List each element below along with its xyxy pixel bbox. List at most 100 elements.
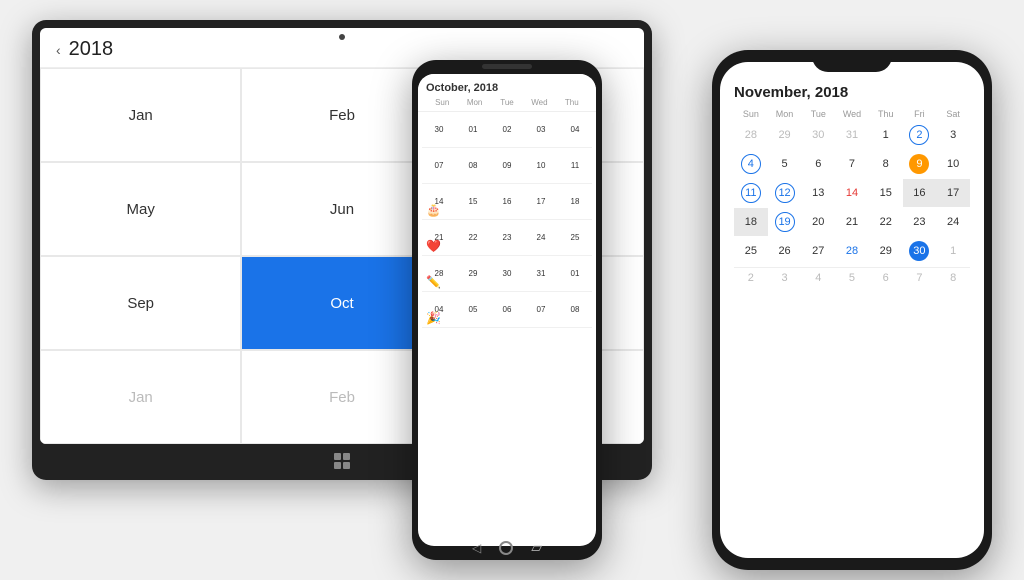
iphone-day-circle: 9 <box>909 154 929 174</box>
iphone-day-cell[interactable]: 11 <box>734 179 768 207</box>
iphone-day-cell[interactable]: 5 <box>835 268 869 288</box>
iphone-day-cell[interactable]: 31 <box>835 121 869 149</box>
iphone-day-cell[interactable]: 2 <box>734 268 768 288</box>
iphone-day-cell[interactable]: 26 <box>768 237 802 265</box>
iphone-day-cell[interactable]: 25 <box>734 237 768 265</box>
iphone-day-cell[interactable]: 18 <box>734 208 768 236</box>
iphone-dow-label: Thu <box>869 109 903 119</box>
phone-calendar-title: October, 2018 <box>426 82 588 94</box>
phone-day-cell[interactable]: 29 <box>456 269 490 278</box>
iphone-day-cell[interactable]: 23 <box>903 208 937 236</box>
phone-day-cell[interactable]: 05 <box>456 305 490 314</box>
iphone-dow-label: Sat <box>936 109 970 119</box>
tablet-month-cell[interactable]: May <box>40 162 241 256</box>
phone-day-cell[interactable]: 07 <box>524 305 558 314</box>
iphone-day-cell[interactable]: 21 <box>835 208 869 236</box>
iphone-day-cell[interactable]: 6 <box>869 268 903 288</box>
phone-day-cell[interactable]: 06 <box>490 305 524 314</box>
phone-day-cell[interactable]: 03 <box>524 125 558 134</box>
iphone-day-cell[interactable]: 5 <box>768 150 802 178</box>
iphone-day-cell[interactable]: 29 <box>869 237 903 265</box>
iphone-day-cell[interactable]: 6 <box>801 150 835 178</box>
iphone-day-cell[interactable]: 15 <box>869 179 903 207</box>
phone-day-cell[interactable]: 23 <box>490 233 524 242</box>
phone-day-cell[interactable]: 08 <box>558 305 592 314</box>
iphone-day-cell[interactable]: 9 <box>903 150 937 178</box>
phone-event-emoji: ✏️ <box>426 275 441 289</box>
phone-day-cell[interactable]: 22 <box>456 233 490 242</box>
phone-day-cell[interactable]: 01 <box>558 269 592 278</box>
phone-home-button[interactable] <box>499 541 513 555</box>
tablet-year-title: 2018 <box>69 38 114 61</box>
phone-day-cell[interactable]: 30 <box>490 269 524 278</box>
phone-week-row: 2829303101✏️ <box>422 256 592 292</box>
iphone-dow-label: Mon <box>768 109 802 119</box>
phone-day-cell[interactable]: 30 <box>422 125 456 134</box>
windows-icon <box>334 453 350 469</box>
iphone-screen: November, 2018 SunMonTueWedThuFriSat 282… <box>720 62 984 558</box>
iphone-day-cell[interactable]: 16 <box>903 179 937 207</box>
phone-day-cell[interactable]: 25 <box>558 233 592 242</box>
iphone-day-cell[interactable]: 4 <box>734 150 768 178</box>
iphone-day-cell[interactable]: 7 <box>835 150 869 178</box>
iphone-device: November, 2018 SunMonTueWedThuFriSat 282… <box>712 50 992 570</box>
iphone-day-cell[interactable]: 1 <box>869 121 903 149</box>
iphone-day-cell[interactable]: 14 <box>835 179 869 207</box>
phone-square-button[interactable]: ▱ <box>531 539 542 556</box>
iphone-day-cell[interactable]: 8 <box>936 268 970 288</box>
iphone-calendar-title: November, 2018 <box>734 84 970 101</box>
tablet-month-cell[interactable]: Sep <box>40 256 241 350</box>
iphone-day-cell[interactable]: 10 <box>936 150 970 178</box>
phone-day-cell[interactable]: 24 <box>524 233 558 242</box>
iphone-day-cell[interactable]: 28 <box>835 237 869 265</box>
iphone-day-circle: 12 <box>775 183 795 203</box>
iphone-day-cell[interactable]: 12 <box>768 179 802 207</box>
iphone-day-cell[interactable]: 13 <box>801 179 835 207</box>
iphone-day-cell[interactable]: 1 <box>936 237 970 265</box>
iphone-week-row: 456789 10 <box>734 150 970 178</box>
iphone-day-cell[interactable]: 7 <box>903 268 937 288</box>
phone-day-cell[interactable]: 09 <box>490 161 524 170</box>
iphone-day-cell[interactable]: 27 <box>801 237 835 265</box>
phone-day-cell[interactable]: 10 <box>524 161 558 170</box>
phone-day-cell[interactable]: 07 <box>422 161 456 170</box>
iphone-dow-row: SunMonTueWedThuFriSat <box>734 109 970 119</box>
iphone-week-row: 2526272829301 <box>734 237 970 265</box>
iphone-day-cell[interactable]: 4 <box>801 268 835 288</box>
iphone-day-cell[interactable]: 30 <box>903 237 937 265</box>
phone-week-row: 3001020304 <box>422 112 592 148</box>
iphone-day-cell[interactable]: 3 <box>936 121 970 149</box>
phone-day-cell[interactable]: 18 <box>558 197 592 206</box>
iphone-day-cell[interactable]: 20 <box>801 208 835 236</box>
back-arrow-icon[interactable]: ‹ <box>56 42 61 58</box>
windows-button[interactable] <box>331 450 353 472</box>
phone-day-cell[interactable]: 31 <box>524 269 558 278</box>
phone-day-cell[interactable]: 01 <box>456 125 490 134</box>
phone-day-cell[interactable]: 04 <box>558 125 592 134</box>
iphone-day-circle: 4 <box>741 154 761 174</box>
iphone-day-cell[interactable]: 17 <box>936 179 970 207</box>
phone-day-cell[interactable]: 02 <box>490 125 524 134</box>
iphone-day-cell[interactable]: 3 <box>768 268 802 288</box>
phone-day-cell[interactable]: 11 <box>558 161 592 170</box>
iphone-day-cell[interactable]: 8 <box>869 150 903 178</box>
tablet-month-cell[interactable]: Jan <box>40 350 241 444</box>
iphone-day-cell[interactable]: 30 <box>801 121 835 149</box>
iphone-day-cell[interactable]: 22 <box>869 208 903 236</box>
iphone-day-cell[interactable]: 2 <box>903 121 937 149</box>
iphone-day-cell[interactable]: 29 <box>768 121 802 149</box>
phone-day-cell[interactable]: 16 <box>490 197 524 206</box>
phone-dow-label: Tue <box>491 98 523 107</box>
iphone-day-circle: 2 <box>909 125 929 145</box>
iphone-day-cell[interactable]: 28 <box>734 121 768 149</box>
iphone-day-cell[interactable]: 24 <box>936 208 970 236</box>
tablet-month-cell[interactable]: Jan <box>40 68 241 162</box>
phone-back-button[interactable]: ◁ <box>472 541 481 555</box>
iphone-day-circle: 11 <box>741 183 761 203</box>
iphone-day-cell[interactable]: 19 <box>768 208 802 236</box>
phone-dow-label: Thu <box>556 98 588 107</box>
phone-event-emoji: ❤️ <box>426 239 441 253</box>
phone-day-cell[interactable]: 08 <box>456 161 490 170</box>
phone-day-cell[interactable]: 15 <box>456 197 490 206</box>
phone-day-cell[interactable]: 17 <box>524 197 558 206</box>
